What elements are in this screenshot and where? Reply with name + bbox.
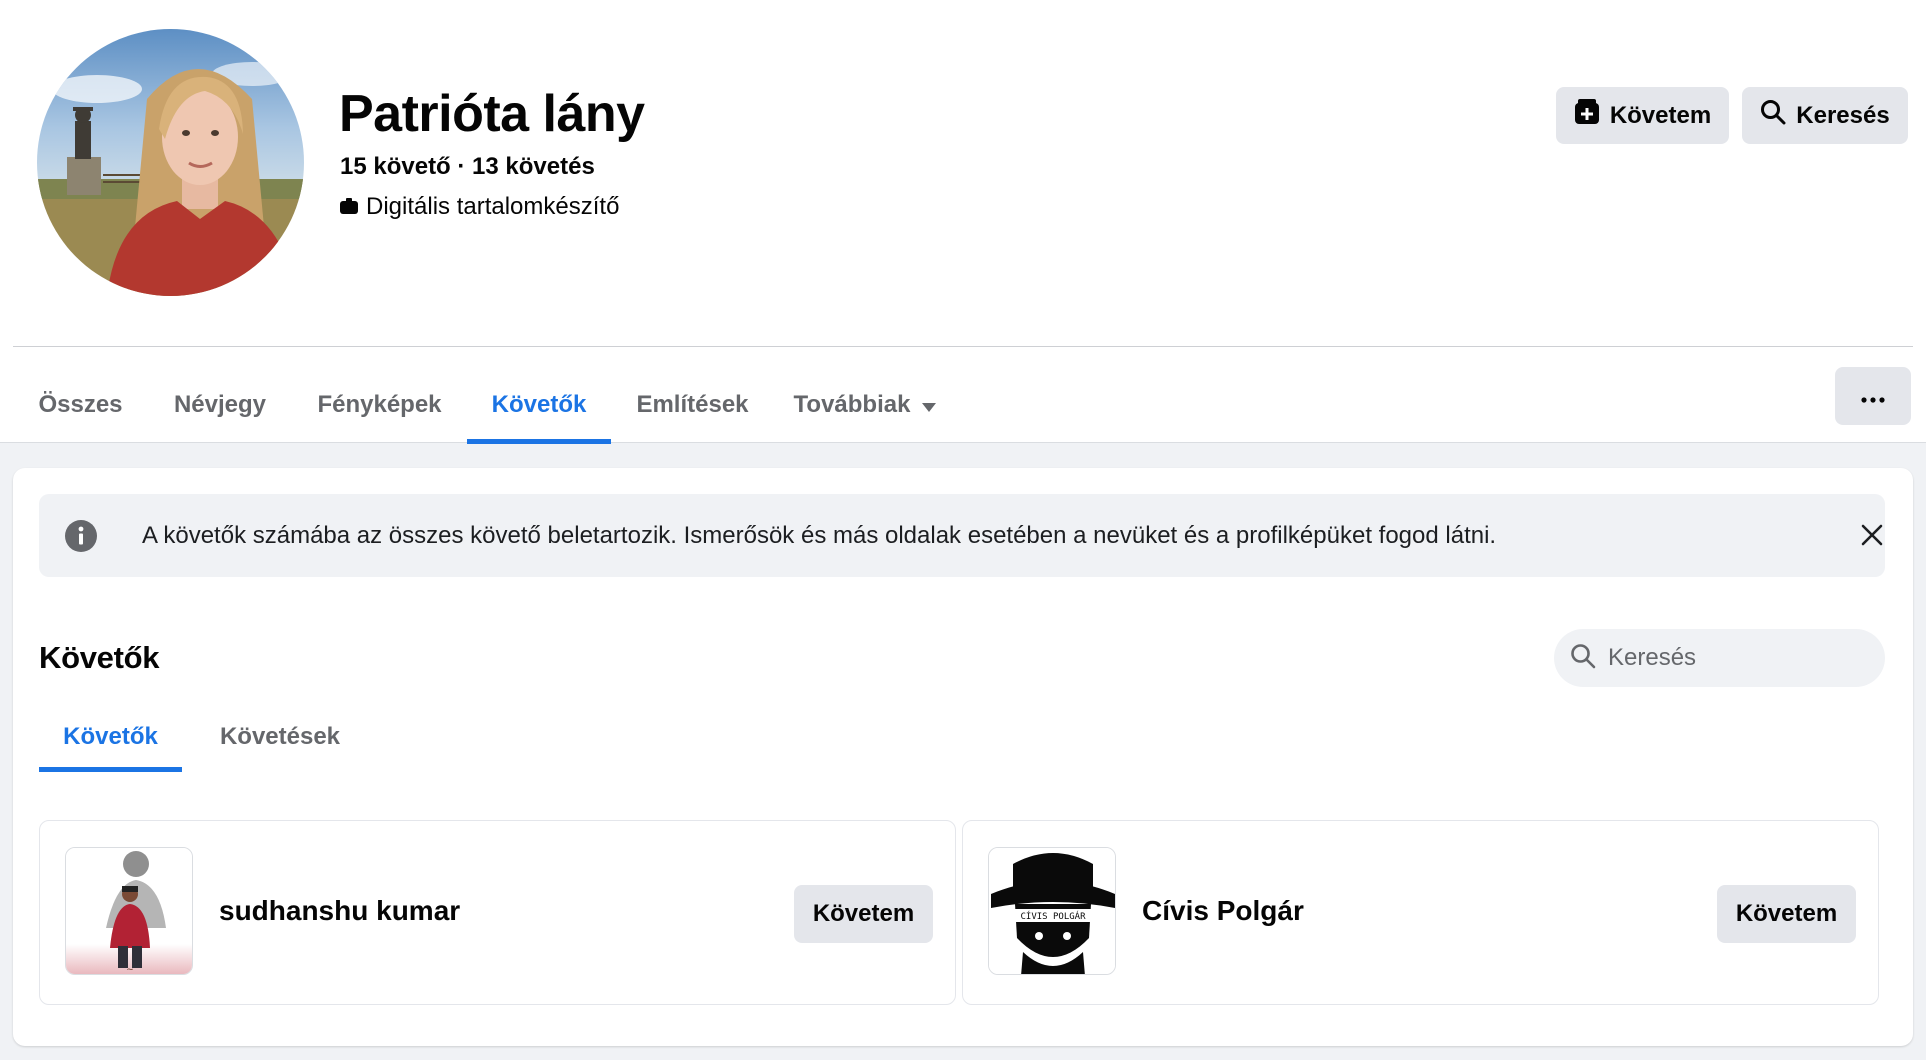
subtab-following[interactable]: Követések <box>196 708 364 766</box>
info-banner-text: A követők számába az összes követő belet… <box>142 522 1497 549</box>
thumb-text: CÍVIS POLGÁR <box>1020 910 1086 922</box>
header-divider <box>13 346 1913 347</box>
tab-all[interactable]: Összes <box>24 366 137 444</box>
briefcase-icon <box>340 193 358 221</box>
subtab-followers[interactable]: Követők <box>39 708 182 772</box>
profile-avatar[interactable] <box>37 29 304 296</box>
follower-name[interactable]: sudhanshu kumar <box>219 895 460 927</box>
svg-text:~: ~ <box>126 965 134 975</box>
follow-icon <box>1574 99 1600 132</box>
follower-name[interactable]: Cívis Polgár <box>1142 895 1304 927</box>
follower-item[interactable]: CÍVIS POLGÁR Cívis Polgár Követem <box>962 820 1879 1005</box>
profile-category-label: Digitális tartalomkészítő <box>366 193 620 220</box>
follow-button[interactable]: Követem <box>1556 87 1729 144</box>
search-icon <box>1760 99 1786 132</box>
profile-follow-stats[interactable]: 15 követő · 13 követés <box>340 153 595 181</box>
follow-back-button[interactable]: Követem <box>1717 885 1856 943</box>
tab-mentions[interactable]: Említések <box>620 366 765 444</box>
profile-header: Patrióta lány 15 követő · 13 követés Dig… <box>0 0 1926 444</box>
profile-name: Patrióta lány <box>339 85 645 143</box>
follower-item[interactable]: ~ sudhanshu kumar Követem <box>39 820 956 1005</box>
follow-back-button[interactable]: Követem <box>794 885 933 943</box>
info-banner: A követők számába az összes követő belet… <box>39 494 1885 577</box>
follow-button-label: Követem <box>1609 101 1712 129</box>
more-options-button[interactable] <box>1835 367 1911 425</box>
follower-avatar[interactable]: ~ <box>65 847 193 975</box>
tab-about[interactable]: Névjegy <box>151 366 289 444</box>
followers-search[interactable] <box>1554 629 1885 687</box>
tab-followers[interactable]: Követők <box>467 366 611 444</box>
followers-card: A követők számába az összes követő belet… <box>13 468 1913 1046</box>
search-input[interactable] <box>1608 644 1868 672</box>
tab-photos[interactable]: Fényképek <box>301 366 458 444</box>
follower-avatar[interactable]: CÍVIS POLGÁR <box>988 847 1116 975</box>
tab-more[interactable]: Továbbiak <box>780 366 950 444</box>
ellipsis-icon <box>1861 382 1885 410</box>
close-icon[interactable] <box>1857 520 1887 550</box>
info-icon <box>64 519 98 553</box>
caret-down-icon <box>922 391 937 419</box>
section-title: Követők <box>39 640 160 675</box>
search-icon <box>1570 643 1596 674</box>
profile-category: Digitális tartalomkészítő <box>340 192 619 222</box>
tab-more-label: Továbbiak <box>793 391 911 418</box>
search-button-label: Keresés <box>1796 101 1890 129</box>
search-button[interactable]: Keresés <box>1742 87 1908 144</box>
